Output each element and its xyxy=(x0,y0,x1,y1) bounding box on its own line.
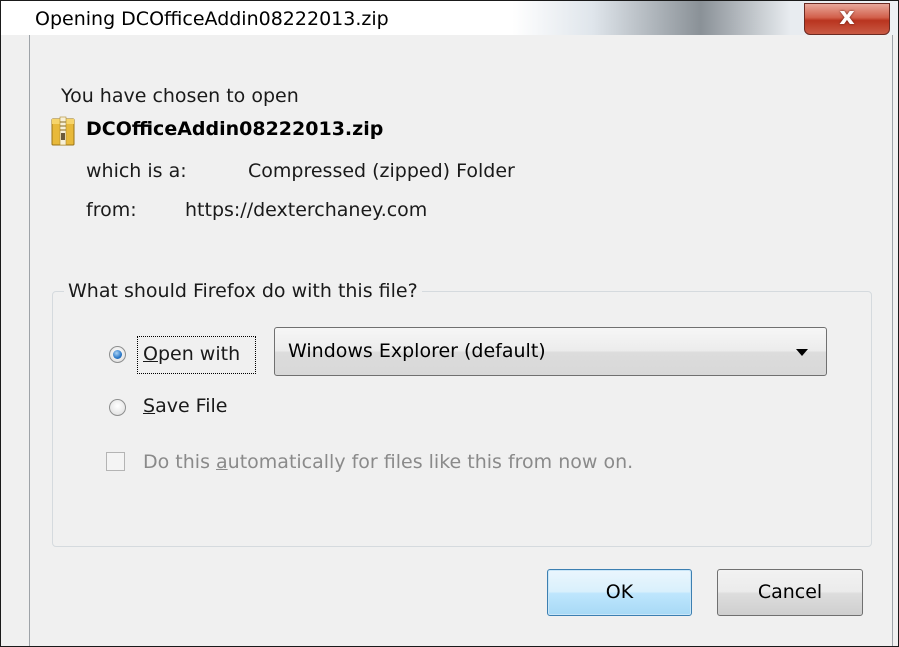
open-with-label-text: pen with xyxy=(157,343,241,365)
window-title: Opening DCOfficeAddin08222013.zip xyxy=(35,8,389,30)
zip-folder-icon xyxy=(51,116,75,146)
auto-action-access-key: a xyxy=(216,451,228,473)
action-group-legend: What should Firefox do with this file? xyxy=(64,280,422,302)
file-source-value: https://dexterchaney.com xyxy=(185,199,428,221)
chosen-to-open-label: You have chosen to open xyxy=(61,85,299,107)
save-file-label[interactable]: Save File xyxy=(143,395,227,417)
application-select[interactable]: Windows Explorer (default) xyxy=(274,327,827,376)
title-bar[interactable]: Opening DCOfficeAddin08222013.zip x xyxy=(1,1,898,35)
application-select-value: Windows Explorer (default) xyxy=(288,340,546,362)
file-source-label: from: xyxy=(86,199,137,221)
auto-action-suffix: utomatically for files like this from no… xyxy=(227,451,634,473)
auto-action-prefix: Do this xyxy=(143,451,217,473)
auto-action-checkbox[interactable] xyxy=(106,452,125,471)
close-icon: x xyxy=(839,2,855,30)
close-button[interactable]: x xyxy=(804,2,890,35)
auto-action-label[interactable]: Do this automatically for files like thi… xyxy=(143,451,633,473)
save-file-access-key: S xyxy=(143,395,156,417)
open-with-radio[interactable] xyxy=(109,346,126,363)
ok-button[interactable]: OK xyxy=(547,569,692,616)
open-with-label[interactable]: Open with xyxy=(143,343,240,365)
save-file-radio[interactable] xyxy=(109,399,126,416)
cancel-button[interactable]: Cancel xyxy=(717,569,863,616)
file-type-label: which is a: xyxy=(86,160,187,182)
file-type-value: Compressed (zipped) Folder xyxy=(248,160,515,182)
open-with-access-key: O xyxy=(143,343,158,365)
chevron-down-icon[interactable] xyxy=(796,349,808,356)
dialog-window: Opening DCOfficeAddin08222013.zip x You … xyxy=(0,0,899,647)
file-name: DCOfficeAddin08222013.zip xyxy=(86,118,384,140)
save-file-label-text: ave File xyxy=(155,395,228,417)
